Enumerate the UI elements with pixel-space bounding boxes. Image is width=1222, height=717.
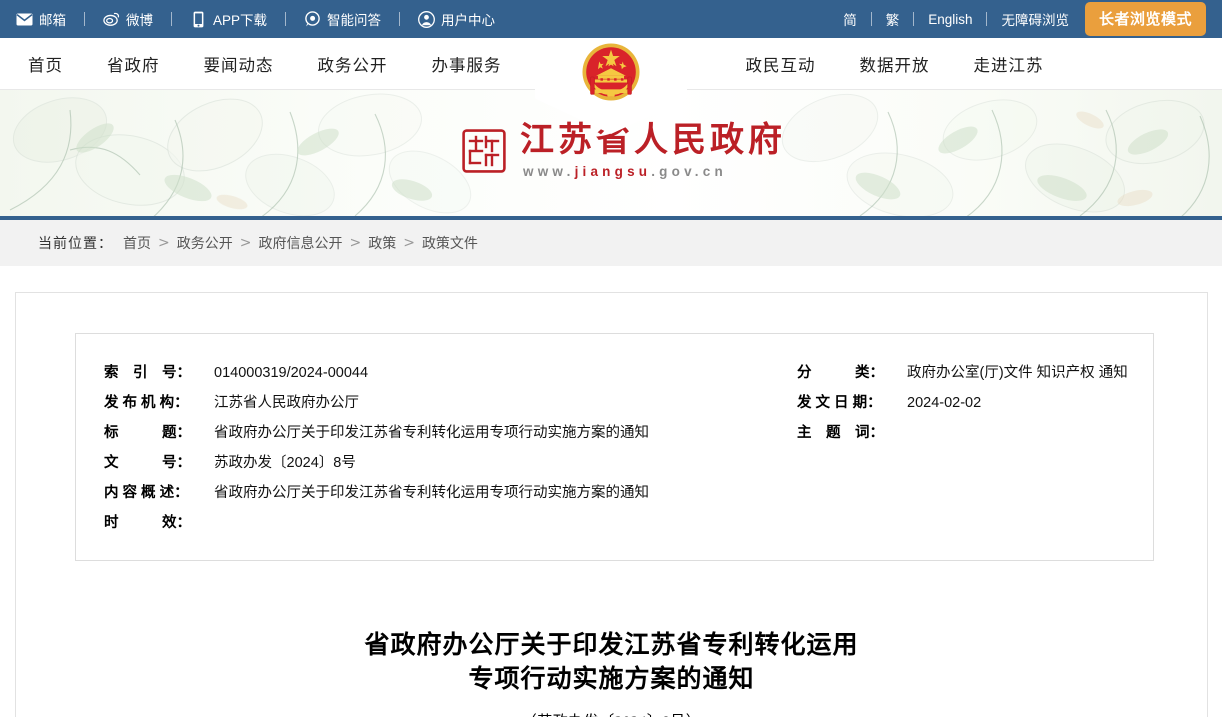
document-card: 索 引 号： 014000319/2024-00044 发 布 机 构： 江苏省… bbox=[15, 292, 1208, 717]
breadcrumb-label: 当前位置： bbox=[38, 235, 113, 251]
nav-item-interaction[interactable]: 政民互动 bbox=[724, 52, 838, 76]
metadata-row-summary: 内 容 概 述： 省政府办公厅关于印发江苏省专利转化运用专项行动实施方案的通知 bbox=[104, 478, 724, 508]
document-metadata-box: 索 引 号： 014000319/2024-00044 发 布 机 构： 江苏省… bbox=[75, 333, 1154, 561]
metadata-key: 时 效： bbox=[104, 515, 191, 531]
document-number: （苏政办发〔2024〕8号） bbox=[16, 710, 1207, 717]
divider bbox=[986, 12, 988, 26]
topbar-item-label: 微博 bbox=[126, 13, 153, 28]
nav-item-news[interactable]: 要闻动态 bbox=[182, 52, 296, 76]
topbar-item-user-center[interactable]: 用户中心 bbox=[416, 9, 497, 29]
page-body: 索 引 号： 014000319/2024-00044 发 布 机 构： 江苏省… bbox=[0, 292, 1222, 717]
nav-item-about-jiangsu[interactable]: 走进江苏 bbox=[952, 52, 1066, 76]
metadata-row-category: 分 类： 政府办公室(厅)文件 知识产权 通知 bbox=[797, 358, 1128, 388]
nav-item-home[interactable]: 首页 bbox=[6, 52, 85, 76]
document-title-line-2: 专项行动实施方案的通知 bbox=[468, 666, 755, 693]
top-utility-bar: 邮箱 微博 APP下载 智能问答 用户中心 简 繁 English 无障碍浏览 … bbox=[0, 0, 1222, 38]
accessibility-browse-link[interactable]: 无障碍浏览 bbox=[1001, 9, 1069, 29]
metadata-value: 苏政办发〔2024〕8号 bbox=[214, 455, 356, 471]
topbar-item-app-download[interactable]: APP下载 bbox=[188, 9, 269, 29]
divider bbox=[870, 12, 872, 26]
site-logo[interactable]: 江苏省人民政府 www.jiangsu.gov.cn bbox=[462, 122, 786, 179]
elder-mode-button[interactable]: 长者浏览模式 bbox=[1084, 2, 1206, 36]
site-url-highlight: jiangsu bbox=[574, 164, 652, 180]
nav-item-government-affairs[interactable]: 政务公开 bbox=[296, 52, 410, 76]
nav-left-group: 首页 省政府 要闻动态 政务公开 办事服务 bbox=[0, 52, 524, 76]
document-title: 省政府办公厅关于印发江苏省专利转化运用 专项行动实施方案的通知 bbox=[16, 629, 1207, 697]
metadata-row-publisher: 发 布 机 构： 江苏省人民政府办公厅 bbox=[104, 388, 724, 418]
breadcrumb-separator: > bbox=[239, 235, 252, 251]
topbar-right-group: 简 繁 English 无障碍浏览 长者浏览模式 bbox=[843, 2, 1206, 36]
metadata-key: 分 类： bbox=[797, 365, 884, 381]
metadata-value: 2024-02-02 bbox=[907, 395, 982, 411]
divider bbox=[913, 12, 915, 26]
metadata-value: 014000319/2024-00044 bbox=[214, 365, 369, 381]
metadata-key: 内 容 概 述： bbox=[104, 485, 189, 501]
breadcrumb-item-policy-documents[interactable]: 政策文件 bbox=[418, 233, 482, 253]
metadata-row-issue-date: 发 文 日 期： 2024-02-02 bbox=[797, 388, 1127, 418]
site-url-suffix: .gov.cn bbox=[651, 164, 727, 180]
metadata-row-keywords: 主 题 词： bbox=[797, 418, 1127, 448]
weibo-icon bbox=[103, 11, 120, 28]
metadata-value: 省政府办公厅关于印发江苏省专利转化运用专项行动实施方案的通知 bbox=[214, 425, 649, 441]
breadcrumb-item-home[interactable]: 首页 bbox=[119, 233, 155, 253]
topbar-item-smart-qa[interactable]: 智能问答 bbox=[302, 9, 383, 29]
breadcrumb-item-government-affairs[interactable]: 政务公开 bbox=[173, 233, 237, 253]
metadata-key: 发 布 机 构： bbox=[104, 395, 189, 411]
metadata-row-document-number: 文 号： 苏政办发〔2024〕8号 bbox=[104, 448, 724, 478]
metadata-key: 索 引 号： bbox=[104, 365, 191, 381]
nav-item-provincial-government[interactable]: 省政府 bbox=[85, 52, 182, 76]
metadata-key: 发 文 日 期： bbox=[797, 395, 882, 411]
metadata-value: 省政府办公厅关于印发江苏省专利转化运用专项行动实施方案的通知 bbox=[214, 485, 649, 501]
divider bbox=[171, 12, 172, 26]
topbar-item-label: 智能问答 bbox=[327, 13, 382, 28]
metadata-key: 主 题 词： bbox=[797, 425, 884, 441]
phone-icon bbox=[190, 11, 207, 28]
main-navigation: 首页 省政府 要闻动态 政务公开 办事服务 政民互动 数据开放 走进江苏 bbox=[0, 38, 1222, 134]
topbar-item-mail[interactable]: 邮箱 bbox=[14, 9, 68, 29]
divider bbox=[399, 12, 401, 26]
document-header: 省政府办公厅关于印发江苏省专利转化运用 专项行动实施方案的通知 （苏政办发〔20… bbox=[16, 629, 1207, 717]
lang-switch-simplified[interactable]: 简 bbox=[843, 9, 857, 29]
user-circle-icon bbox=[418, 10, 435, 28]
metadata-row-index-number: 索 引 号： 014000319/2024-00044 bbox=[104, 358, 724, 388]
site-banner: 江苏省人民政府 www.jiangsu.gov.cn bbox=[0, 90, 1222, 220]
divider bbox=[84, 12, 85, 26]
topbar-item-label: 用户中心 bbox=[441, 13, 496, 28]
nav-right-group: 政民互动 数据开放 走进江苏 bbox=[702, 52, 1066, 76]
nav-item-open-data[interactable]: 数据开放 bbox=[838, 52, 952, 76]
metadata-key: 标 题： bbox=[104, 425, 191, 441]
logo-text-block: 江苏省人民政府 www.jiangsu.gov.cn bbox=[520, 122, 786, 179]
metadata-left-column: 索 引 号： 014000319/2024-00044 发 布 机 构： 江苏省… bbox=[104, 358, 724, 538]
breadcrumb-separator: > bbox=[403, 235, 415, 251]
breadcrumb-separator: > bbox=[349, 235, 362, 251]
breadcrumb-separator: > bbox=[158, 235, 170, 251]
nav-item-services[interactable]: 办事服务 bbox=[410, 52, 524, 76]
lang-switch-traditional[interactable]: 繁 bbox=[886, 9, 900, 29]
metadata-right-column: 分 类： 政府办公室(厅)文件 知识产权 通知 发 文 日 期： 2024-02… bbox=[797, 358, 1128, 538]
metadata-value: 政府办公室(厅)文件 知识产权 通知 bbox=[907, 365, 1128, 381]
divider bbox=[285, 12, 287, 26]
topbar-item-weibo[interactable]: 微博 bbox=[101, 9, 155, 29]
topbar-item-label: 邮箱 bbox=[39, 13, 66, 28]
metadata-value: 江苏省人民政府办公厅 bbox=[214, 395, 359, 411]
site-url-prefix: www. bbox=[523, 164, 575, 180]
jiangsu-seal-icon bbox=[462, 129, 506, 173]
document-title-line-1: 省政府办公厅关于印发江苏省专利转化运用 bbox=[364, 632, 859, 659]
breadcrumb: 当前位置： 首页 > 政务公开 > 政府信息公开 > 政策 > 政策文件 bbox=[0, 220, 1222, 266]
breadcrumb-item-info-disclosure[interactable]: 政府信息公开 bbox=[254, 233, 346, 253]
site-title: 江苏省人民政府 bbox=[520, 122, 786, 159]
topbar-left-group: 邮箱 微博 APP下载 智能问答 用户中心 bbox=[14, 9, 497, 29]
site-url: www.jiangsu.gov.cn bbox=[523, 164, 786, 179]
chat-bubble-icon bbox=[304, 11, 321, 28]
topbar-item-label: APP下载 bbox=[213, 13, 268, 28]
lang-switch-english[interactable]: English bbox=[928, 12, 972, 27]
metadata-row-title: 标 题： 省政府办公厅关于印发江苏省专利转化运用专项行动实施方案的通知 bbox=[104, 418, 724, 448]
metadata-key: 文 号： bbox=[104, 455, 191, 471]
mail-icon bbox=[16, 11, 33, 28]
breadcrumb-item-policy[interactable]: 政策 bbox=[364, 233, 400, 253]
metadata-row-validity: 时 效： bbox=[104, 508, 724, 538]
